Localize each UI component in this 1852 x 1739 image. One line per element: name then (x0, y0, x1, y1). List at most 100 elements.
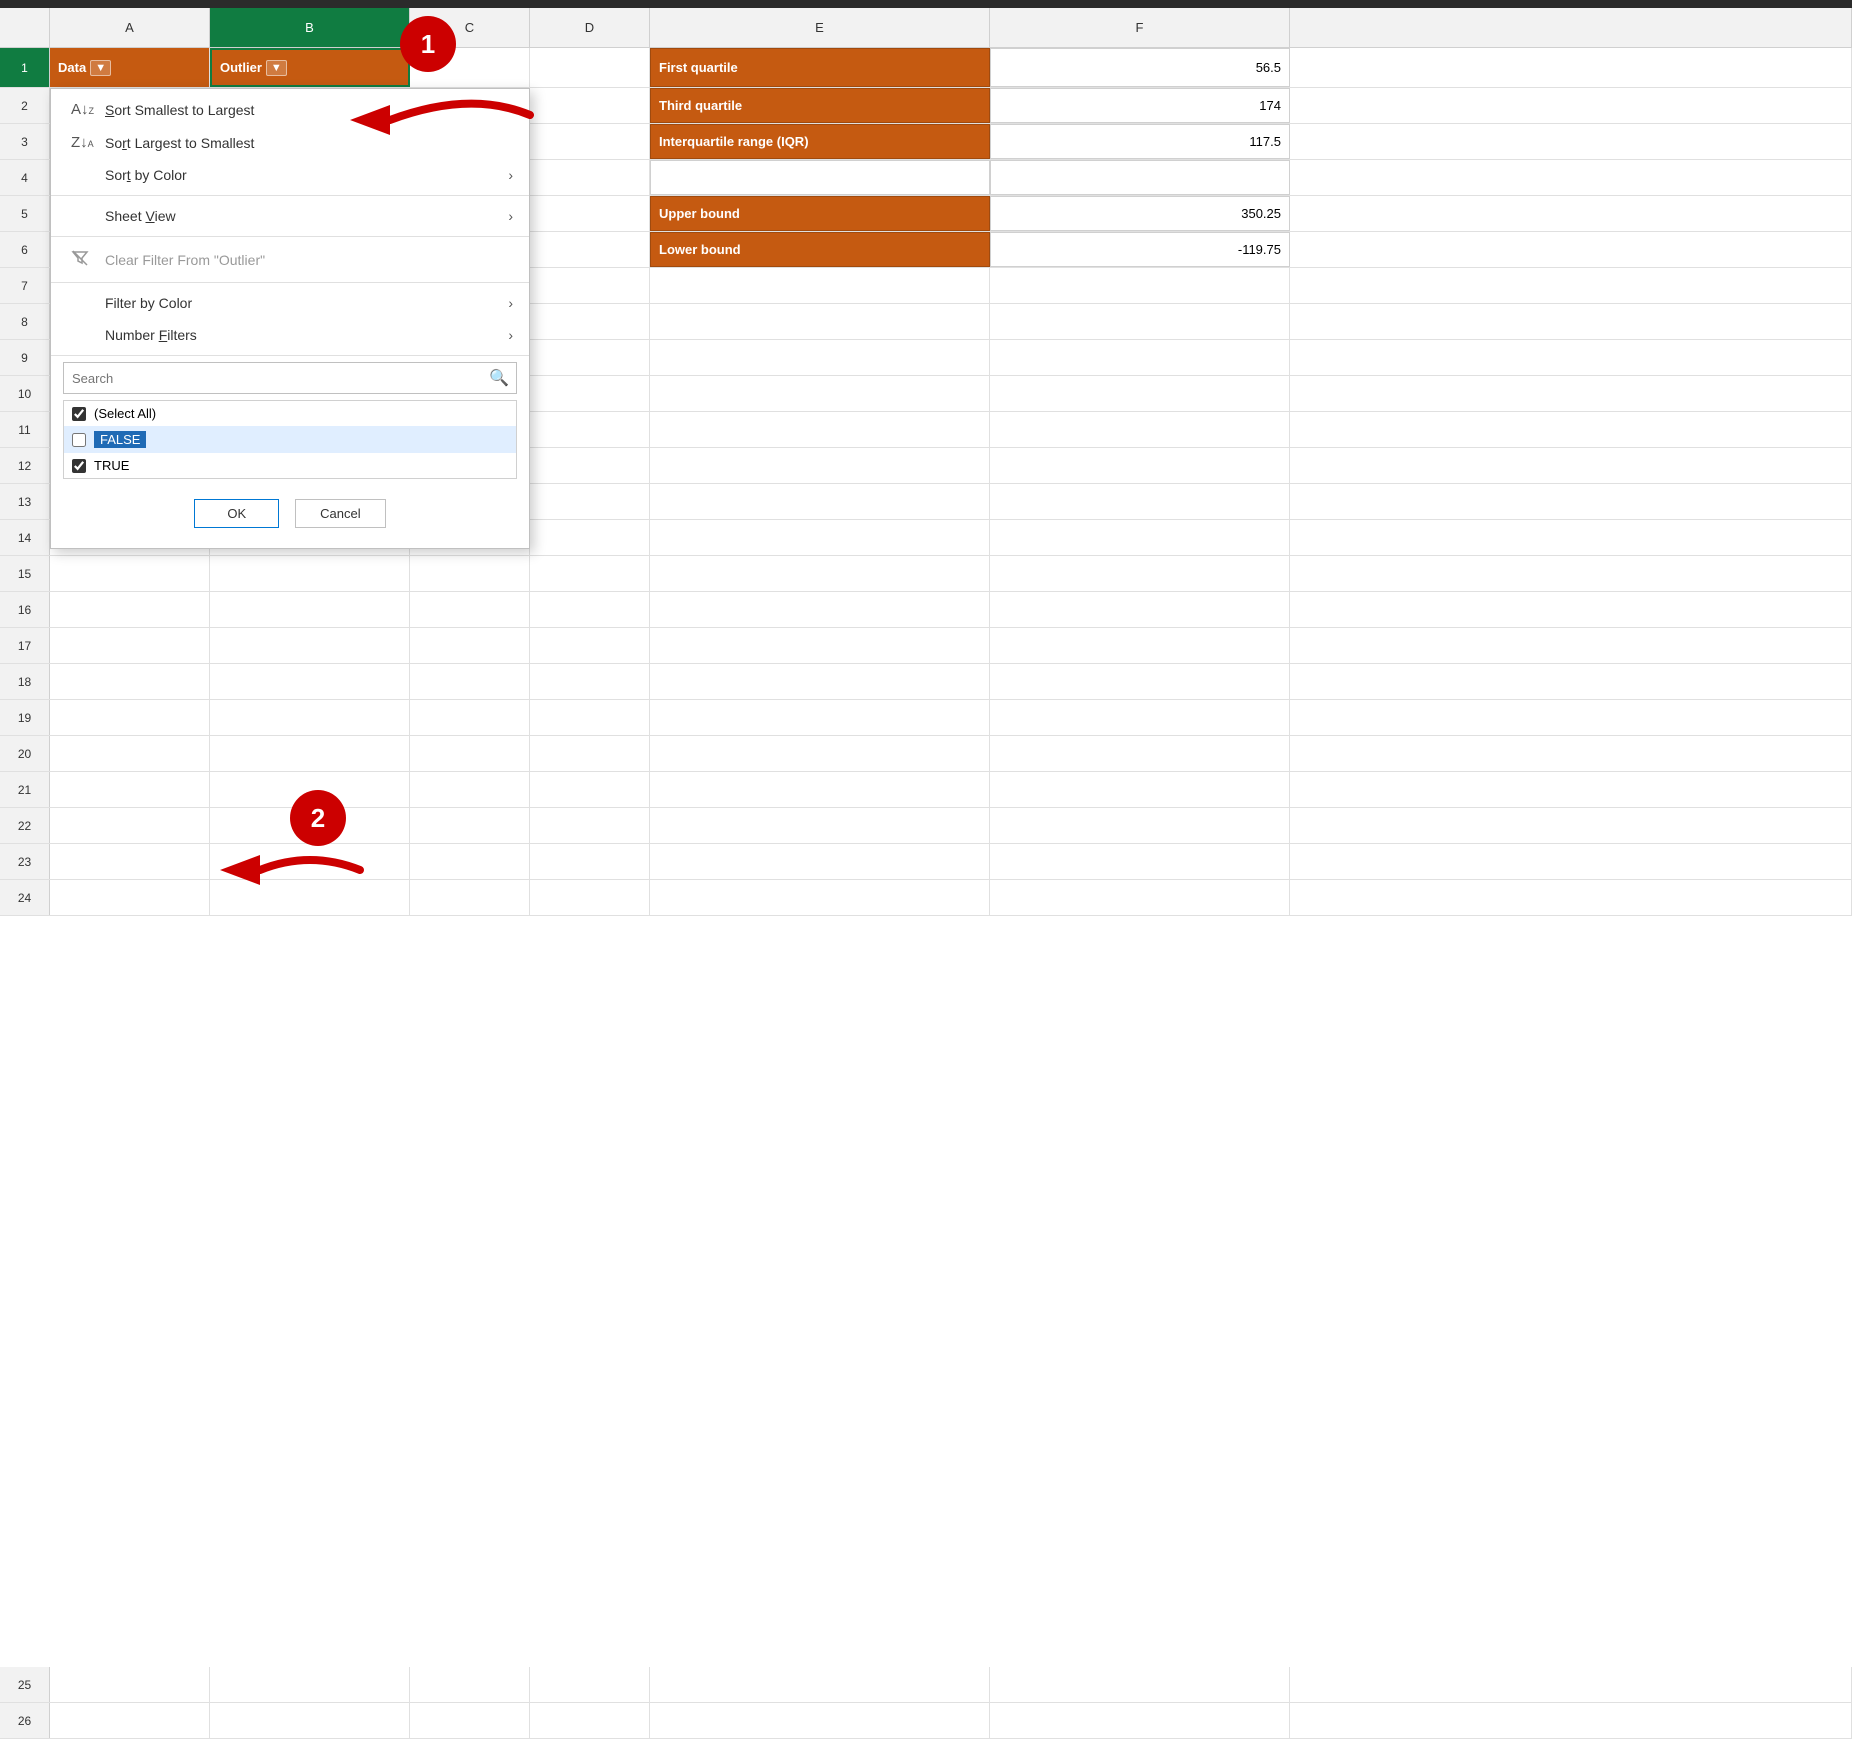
checkbox-list: (Select All) FALSE TRUE (63, 400, 517, 479)
cell-e13 (650, 484, 990, 519)
row-num-15: 15 (0, 556, 50, 591)
cell-rest-11 (1290, 412, 1852, 447)
checkbox-false-item[interactable]: FALSE (64, 426, 516, 453)
cell-f11 (990, 412, 1290, 447)
cell-f6-stat-value: -119.75 (990, 232, 1290, 267)
cell-b15 (210, 556, 410, 591)
title-bar (0, 0, 1852, 8)
cell-c19 (410, 700, 530, 735)
cell-rest-15 (1290, 556, 1852, 591)
cell-f20 (990, 736, 1290, 771)
cell-e2-stat-label: Third quartile (650, 88, 990, 123)
cell-d5 (530, 196, 650, 231)
cell-b25 (210, 1667, 410, 1702)
row-num-24: 24 (0, 880, 50, 915)
checkbox-true-input[interactable] (72, 459, 86, 473)
cell-rest-12 (1290, 448, 1852, 483)
row-num-13: 13 (0, 484, 50, 519)
search-input[interactable] (63, 362, 517, 394)
row-num-9: 9 (0, 340, 50, 375)
row-num-12: 12 (0, 448, 50, 483)
row-num-17: 17 (0, 628, 50, 663)
cell-d9 (530, 340, 650, 375)
col-header-f[interactable]: F (990, 8, 1290, 47)
cell-c18 (410, 664, 530, 699)
menu-separator-4 (51, 355, 529, 356)
chevron-right-icon: › (508, 167, 513, 183)
grid-row-18: 18 (0, 664, 1852, 700)
cell-rest-2 (1290, 88, 1852, 123)
cell-e20 (650, 736, 990, 771)
cell-f14 (990, 520, 1290, 555)
grid-row-19: 19 (0, 700, 1852, 736)
cell-f16 (990, 592, 1290, 627)
menu-item-number-filters[interactable]: Number Filters › (51, 319, 529, 351)
cell-f5-stat-value: 350.25 (990, 196, 1290, 231)
row-num-3: 3 (0, 124, 50, 159)
cell-c15 (410, 556, 530, 591)
row-num-21: 21 (0, 772, 50, 807)
annotation-arrow-1 (310, 80, 550, 153)
row-num-8: 8 (0, 304, 50, 339)
number-filters-label: Number Filters (105, 327, 197, 343)
cell-e15 (650, 556, 990, 591)
row-num-6: 6 (0, 232, 50, 267)
cell-d24 (530, 880, 650, 915)
grid-row-15: 15 (0, 556, 1852, 592)
menu-item-sheet-view[interactable]: Sheet View › (51, 200, 529, 232)
cell-f1-stat-value: 56.5 (990, 48, 1290, 87)
checkbox-select-all[interactable]: (Select All) (64, 401, 516, 426)
cell-rest-17 (1290, 628, 1852, 663)
cell-d18 (530, 664, 650, 699)
cell-a21 (50, 772, 210, 807)
cell-e14 (650, 520, 990, 555)
select-all-label: (Select All) (94, 406, 156, 421)
cell-e18 (650, 664, 990, 699)
grid-row-1: 1 Data ▼ Outlier ▼ First quartile 56.5 (0, 48, 1852, 88)
cell-a26 (50, 1703, 210, 1738)
cell-rest-10 (1290, 376, 1852, 411)
ok-button[interactable]: OK (194, 499, 279, 528)
cell-f10 (990, 376, 1290, 411)
checkbox-true-item[interactable]: TRUE (64, 453, 516, 478)
cell-rest-14 (1290, 520, 1852, 555)
menu-item-filter-color[interactable]: Filter by Color › (51, 287, 529, 319)
cell-d21 (530, 772, 650, 807)
cell-f3-stat-value: 117.5 (990, 124, 1290, 159)
row-num-10: 10 (0, 376, 50, 411)
cell-c16 (410, 592, 530, 627)
cancel-button[interactable]: Cancel (295, 499, 385, 528)
cell-rest-7 (1290, 268, 1852, 303)
cell-d7 (530, 268, 650, 303)
row-num-19: 19 (0, 700, 50, 735)
cell-rest-4 (1290, 160, 1852, 195)
cell-rest-24 (1290, 880, 1852, 915)
cell-a22 (50, 808, 210, 843)
col-header-d[interactable]: D (530, 8, 650, 47)
cell-f23 (990, 844, 1290, 879)
row-num-20: 20 (0, 736, 50, 771)
filter-btn-data[interactable]: ▼ (90, 60, 111, 76)
col-header-b[interactable]: B (210, 8, 410, 47)
cell-d26 (530, 1703, 650, 1738)
menu-item-sort-color[interactable]: Sort by Color › (51, 159, 529, 191)
filter-color-label: Filter by Color (105, 295, 192, 311)
cell-rest-3 (1290, 124, 1852, 159)
cell-a16 (50, 592, 210, 627)
filter-btn-outlier[interactable]: ▼ (266, 60, 287, 76)
col-header-e[interactable]: E (650, 8, 990, 47)
cell-f24 (990, 880, 1290, 915)
chevron-right-icon-4: › (508, 327, 513, 343)
cell-c22 (410, 808, 530, 843)
col-header-a[interactable]: A (50, 8, 210, 47)
annotation-arrow-2 (180, 840, 380, 903)
cell-rest-5 (1290, 196, 1852, 231)
cell-e11 (650, 412, 990, 447)
checkbox-false-input[interactable] (72, 433, 86, 447)
cell-f9 (990, 340, 1290, 375)
cell-f8 (990, 304, 1290, 339)
cell-e12 (650, 448, 990, 483)
checkbox-select-all-input[interactable] (72, 407, 86, 421)
cell-f19 (990, 700, 1290, 735)
cell-f15 (990, 556, 1290, 591)
